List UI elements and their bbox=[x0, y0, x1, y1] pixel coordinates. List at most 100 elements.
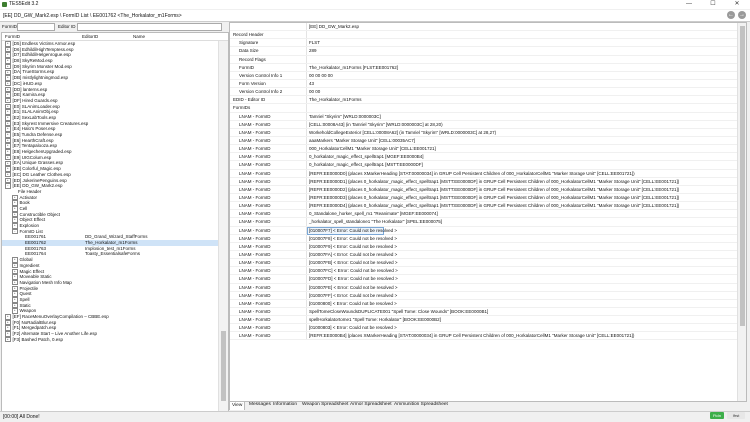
record-field-row[interactable]: LNAM - FormID [010007FE] < Error: Could n… bbox=[230, 283, 746, 292]
record-field-value[interactable]: [010007FE] < Error: Could not be resolve… bbox=[309, 284, 398, 291]
record-field-value[interactable]: [01000800] < Error: Could not be resolve… bbox=[309, 300, 397, 307]
record-field-value[interactable]: [REFR:EE0000D1] (places 0_horkalator_mag… bbox=[309, 178, 679, 185]
record-field-value[interactable]: The_Horkalator_m1Forms bbox=[309, 96, 362, 103]
tab-ammunition-spreadsheet[interactable]: Ammunition Spreadsheet bbox=[392, 401, 450, 409]
record-field-value[interactable]: 00 00 00 00 bbox=[309, 72, 333, 79]
record-field-row[interactable]: LNAM - FormID [01000800] < Error: Could n… bbox=[230, 299, 746, 308]
record-field-row[interactable]: Version Control Info 1 00 00 00 00 bbox=[230, 71, 746, 80]
editorid-filter-input[interactable] bbox=[77, 23, 222, 31]
tab-view[interactable]: View bbox=[229, 401, 246, 410]
record-field-value[interactable]: [010007F8] < Error: Could not be resolve… bbox=[309, 235, 397, 242]
record-field-value[interactable]: [010007FB] < Error: Could not be resolve… bbox=[309, 259, 398, 266]
column-divider bbox=[306, 291, 307, 299]
record-field-row[interactable]: Data Size 289 bbox=[230, 47, 746, 56]
record-field-value[interactable]: [010007FA] < Error: Could not be resolve… bbox=[309, 251, 397, 258]
record-field-row[interactable]: LNAM - FormID [010007F8] < Error: Could n… bbox=[230, 234, 746, 243]
record-field-row[interactable]: LNAM - FormID Tamriel "Skyrim" [WRLD:0000… bbox=[230, 112, 746, 121]
record-field-row[interactable]: [EE] DD_GW_Mark2.esp bbox=[230, 23, 746, 32]
record-field-row[interactable]: LNAM - FormID [010007F9] < Error: Could n… bbox=[230, 242, 746, 251]
back-arrow-icon[interactable]: ← bbox=[727, 11, 735, 19]
col-name[interactable]: Name bbox=[133, 34, 145, 39]
record-field-value[interactable]: [010007F7] < Error: Could not be resolve… bbox=[309, 227, 397, 234]
record-field-value[interactable]: SpellTomeCloseWoundsDUPLICATE001 "Spell … bbox=[309, 308, 488, 315]
col-editorid[interactable]: EditorID bbox=[82, 34, 98, 39]
tree-row[interactable]: + [F3] Bashed Patch, 0.esp bbox=[2, 337, 218, 343]
record-field-value[interactable]: 289 bbox=[309, 47, 317, 54]
record-field-row[interactable]: Signature FLST bbox=[230, 39, 746, 48]
record-field-value[interactable]: [010007FC] < Error: Could not be resolve… bbox=[309, 267, 398, 274]
record-field-row[interactable]: Record Flags bbox=[230, 55, 746, 64]
record-field-row[interactable]: LNAM - FormID [REFR:EE0000D4] (places 0_h… bbox=[230, 202, 746, 211]
record-field-row[interactable]: LNAM - FormID 000_HorkalatorCellM1 "Marke… bbox=[230, 145, 746, 154]
record-field-value[interactable]: FLST bbox=[309, 39, 320, 46]
record-field-row[interactable]: LNAM - FormID aaaMarkers "Marker Storage … bbox=[230, 136, 746, 146]
record-field-row[interactable]: LNAM - FormID 0_horkalator_magic_effect_s… bbox=[230, 153, 746, 162]
record-view-scroll-thumb[interactable] bbox=[739, 26, 745, 326]
record-field-value[interactable]: Tamriel "Skyrim" [WRLD:0000003C] bbox=[309, 113, 381, 120]
record-field-row[interactable]: Record Header bbox=[230, 31, 746, 40]
record-field-row[interactable]: LNAM - FormID SpellTomeCloseWoundsDUPLICA… bbox=[230, 307, 746, 317]
record-field-value[interactable]: 0_Standalone_horker_spell_m1 "Reanimate"… bbox=[309, 210, 438, 217]
record-field-row[interactable]: LNAM - FormID [REFR:EE0000D3] (places 0_h… bbox=[230, 193, 746, 203]
record-field-row[interactable]: LNAM - FormID [REFR:EE0000D2] (places 0_h… bbox=[230, 185, 746, 194]
record-field-row[interactable]: LNAM - FormID 0_Standalone_horker_spell_m… bbox=[230, 210, 746, 219]
record-field-value[interactable]: 0_horkalator_magic_effect_spelltrap1 [MG… bbox=[309, 153, 423, 160]
record-field-value[interactable]: WorkeholdCollegeExterior [CELL:00008A62]… bbox=[309, 129, 496, 136]
record-field-row[interactable]: LNAM - FormID [010007FF] < Error: Could n… bbox=[230, 291, 746, 300]
record-field-value[interactable]: [REFR:EE0000D4] (places 0_horkalator_mag… bbox=[309, 202, 679, 209]
record-field-row[interactable]: LNAM - FormID [010007FA] < Error: Could n… bbox=[230, 250, 746, 260]
record-field-row[interactable]: LNAM - FormID [CELL:00008A43] (in Tamriel… bbox=[230, 120, 746, 129]
col-formid[interactable]: FormID bbox=[5, 34, 20, 39]
record-field-value[interactable]: spellHorkalatortome1 "Spell Tome: Horkal… bbox=[309, 316, 441, 323]
record-field-row[interactable]: LNAM - FormID spellHorkalatortome1 "Spell… bbox=[230, 316, 746, 325]
tree-scroll-thumb[interactable] bbox=[221, 331, 226, 401]
record-field-row[interactable]: LNAM - FormID [010007FD] < Error: Could n… bbox=[230, 275, 746, 284]
record-field-value[interactable]: [REFR:EE0000D0] (places XMarkerHeading [… bbox=[309, 170, 635, 177]
record-field-row[interactable]: FormID The_Horkalator_m1Forms [FLST:EE001… bbox=[230, 63, 746, 72]
record-field-value[interactable]: 00 00 bbox=[309, 88, 320, 95]
record-field-value[interactable]: _horkalator_spell_standalone1 "The Horka… bbox=[309, 218, 442, 225]
record-field-value[interactable]: 43 bbox=[309, 80, 314, 87]
record-field-value[interactable]: 0_horkalator_magic_effect_spelltrap1 [MS… bbox=[309, 161, 423, 168]
record-field-row[interactable]: LNAM - FormID 0_horkalator_magic_effect_s… bbox=[230, 161, 746, 170]
minimize-button[interactable]: — bbox=[678, 0, 700, 9]
maximize-button[interactable]: ☐ bbox=[702, 0, 724, 9]
expand-icon[interactable]: + bbox=[5, 336, 11, 343]
record-field-row[interactable]: LNAM - FormID [010007FB] < Error: Could n… bbox=[230, 259, 746, 268]
record-view-scrollbar[interactable] bbox=[737, 23, 746, 401]
record-field-row[interactable]: LNAM - FormID [REFR:EE0000D1] (places 0_h… bbox=[230, 177, 746, 186]
tree-scrollbar[interactable] bbox=[218, 41, 228, 411]
record-field-value[interactable]: [EE] DD_GW_Mark2.esp bbox=[309, 23, 359, 30]
record-field-value[interactable]: aaaMarkers "Marker Storage Unit" [CELL:0… bbox=[309, 137, 415, 144]
record-field-label: FormIDs bbox=[233, 105, 251, 111]
record-field-row[interactable]: LNAM - FormID [010007FC] < Error: Could n… bbox=[230, 267, 746, 276]
record-field-value[interactable]: The_Horkalator_m1Forms [FLST:EE001762] bbox=[309, 64, 398, 71]
record-field-value[interactable]: [CELL:00008A43] (in Tamriel "Skyrim" [WR… bbox=[309, 121, 443, 128]
column-divider bbox=[306, 242, 307, 250]
record-field-row[interactable]: Form Version 43 bbox=[230, 79, 746, 89]
tab-information[interactable]: Information bbox=[271, 401, 299, 409]
record-field-value[interactable]: 000_HorkalatorCellM1 "Marker Storage Uni… bbox=[309, 145, 436, 152]
tab-armor-spreadsheet[interactable]: Armor Spreadsheet bbox=[348, 401, 394, 409]
record-field-value[interactable]: [REFR:EE0000D3] (places 0_horkalator_mag… bbox=[309, 194, 679, 201]
tab-weapon-spreadsheet[interactable]: Weapon Spreadsheet bbox=[300, 401, 350, 409]
record-field-value[interactable]: [010007FD] < Error: Could not be resolve… bbox=[309, 275, 398, 282]
record-field-row[interactable]: Version Control Info 2 00 00 bbox=[230, 88, 746, 97]
tab-messages[interactable]: Messages bbox=[247, 401, 273, 409]
record-field-row[interactable]: EDID - Editor ID The_Horkalator_m1Forms bbox=[230, 96, 746, 105]
record-field-row[interactable]: LNAM - FormID WorkeholdCollegeExterior [C… bbox=[230, 128, 746, 137]
record-field-row[interactable]: LNAM - FormID [REFR:EE0000D0] (places XMa… bbox=[230, 169, 746, 178]
record-field-row[interactable]: LNAM - FormID [REFR:EE0000B4] (places XMa… bbox=[230, 332, 746, 341]
record-field-row[interactable]: LNAM - FormID [010007F7] < Error: Could n… bbox=[230, 226, 746, 235]
record-field-row[interactable]: LNAM - FormID _horkalator_spell_standalon… bbox=[230, 218, 746, 227]
record-field-value[interactable]: [010007F9] < Error: Could not be resolve… bbox=[309, 243, 397, 250]
record-field-value[interactable]: [REFR:EE0000D2] (places 0_horkalator_mag… bbox=[309, 186, 679, 193]
record-field-value[interactable]: [REFR:EE0000B4] (places XMarkerHeading [… bbox=[309, 332, 634, 339]
close-button[interactable]: ✕ bbox=[726, 0, 748, 9]
formid-filter-input[interactable] bbox=[17, 23, 55, 31]
record-field-row[interactable]: LNAM - FormID [01000803] < Error: Could n… bbox=[230, 324, 746, 333]
record-field-row[interactable]: FormIDs bbox=[230, 104, 746, 113]
record-field-value[interactable]: [01000803] < Error: Could not be resolve… bbox=[309, 324, 397, 331]
forward-arrow-icon[interactable]: → bbox=[738, 11, 746, 19]
record-field-value[interactable]: [010007FF] < Error: Could not be resolve… bbox=[309, 292, 397, 299]
